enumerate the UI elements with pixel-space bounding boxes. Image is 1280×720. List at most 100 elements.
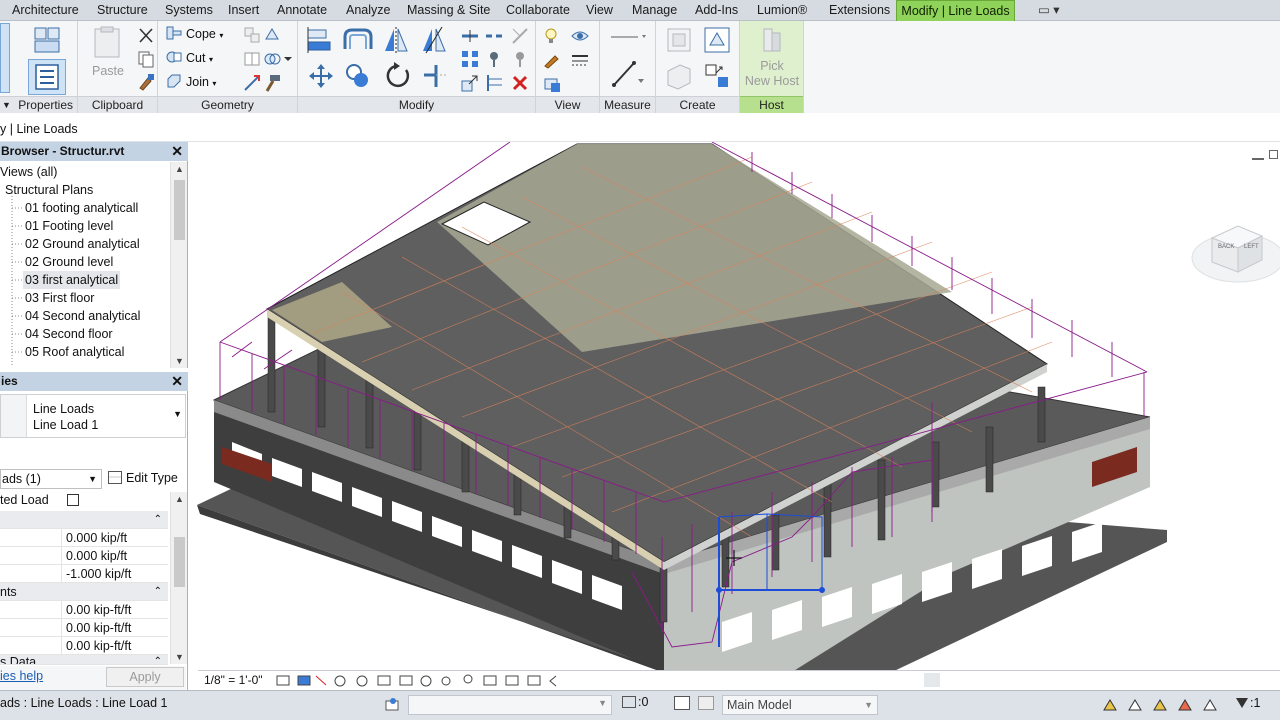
- trim-multiple-icon[interactable]: [484, 73, 504, 93]
- tree-item-view[interactable]: 04 Second floor: [25, 325, 113, 343]
- tab-architecture[interactable]: Architecture: [12, 0, 79, 21]
- exclude-options-icon[interactable]: [698, 696, 714, 710]
- tab-analyze[interactable]: Analyze: [346, 0, 390, 21]
- property-row-mz[interactable]: 0.00 kip-ft/ft: [0, 637, 168, 655]
- delete-icon[interactable]: [510, 73, 530, 93]
- select-tool-button[interactable]: [0, 23, 10, 93]
- paint-icon[interactable]: [262, 25, 282, 45]
- wall-joins-icon[interactable]: [242, 25, 262, 45]
- paste-button[interactable]: Paste: [92, 61, 124, 81]
- cut-geometry-button[interactable]: Cut ▾: [166, 48, 213, 68]
- editable-only-indicator[interactable]: :0: [622, 695, 648, 709]
- design-option-dropdown[interactable]: Main Model ▼: [722, 695, 878, 715]
- cut-profile-icon[interactable]: [542, 74, 562, 94]
- align-icon[interactable]: [304, 25, 334, 55]
- hide-in-view-icon[interactable]: [542, 26, 562, 46]
- restore-icon[interactable]: [1269, 150, 1278, 159]
- tab-systems[interactable]: Systems: [165, 0, 213, 21]
- tab-add-ins[interactable]: Add-Ins: [695, 0, 738, 21]
- close-icon[interactable]: ✕: [171, 142, 183, 161]
- project-browser-scrollbar[interactable]: ▲ ▼: [170, 162, 187, 368]
- tab-massing-site[interactable]: Massing & Site: [407, 0, 490, 21]
- create-parts-icon[interactable]: [702, 25, 732, 55]
- cope-button[interactable]: Cope ▾: [166, 24, 223, 44]
- aligned-dimension-icon[interactable]: [610, 59, 646, 89]
- create-similar-icon[interactable]: [702, 61, 732, 91]
- instance-filter-dropdown[interactable]: ads (1) ▼: [0, 469, 102, 489]
- type-properties-icon[interactable]: [32, 25, 62, 55]
- move-icon[interactable]: [308, 63, 334, 89]
- tree-item-view[interactable]: 01 footing analyticall: [25, 199, 138, 217]
- property-row-my[interactable]: 0.00 kip-ft/ft: [0, 619, 168, 637]
- paste-icon[interactable]: [90, 25, 124, 59]
- trim-icon[interactable]: [422, 63, 450, 89]
- array-icon[interactable]: [460, 49, 480, 69]
- tree-item-view-selected[interactable]: 03 first analytical: [23, 271, 121, 289]
- override-graphics-icon[interactable]: [542, 50, 562, 70]
- properties-scrollbar[interactable]: ▲ ▼: [170, 492, 187, 664]
- split-element-icon[interactable]: [460, 26, 480, 46]
- tab-manage[interactable]: Manage: [632, 0, 677, 21]
- tab-modify-line-loads[interactable]: Modify | Line Loads: [896, 0, 1015, 21]
- scale-icon[interactable]: [460, 73, 480, 93]
- scroll-up-icon[interactable]: ▲: [171, 164, 188, 174]
- uniform-load-checkbox[interactable]: [67, 494, 79, 506]
- cut-scissors-icon[interactable]: [136, 26, 156, 46]
- apply-button[interactable]: Apply: [106, 667, 184, 687]
- tab-collaborate[interactable]: Collaborate: [506, 0, 570, 21]
- match-properties-icon[interactable]: [136, 72, 156, 92]
- tab-annotate[interactable]: Annotate: [277, 0, 327, 21]
- tree-item-view[interactable]: 01 Footing level: [25, 217, 113, 235]
- minimize-icon[interactable]: [1252, 154, 1264, 160]
- split-with-gap-icon[interactable]: [484, 26, 504, 46]
- tab-insert[interactable]: Insert: [228, 0, 259, 21]
- geometry-dropdown-icon[interactable]: [278, 49, 292, 69]
- mirror-pick-axis-icon[interactable]: [382, 25, 410, 55]
- trim-extend-icon[interactable]: [510, 26, 530, 46]
- measure-between-icon[interactable]: [608, 27, 648, 47]
- tab-extensions[interactable]: Extensions: [829, 0, 890, 21]
- pin-icon[interactable]: [484, 49, 504, 69]
- workset-dropdown[interactable]: ▼: [408, 695, 612, 715]
- tree-item-view[interactable]: 03 First floor: [25, 289, 94, 307]
- mirror-draw-axis-icon[interactable]: [420, 25, 448, 55]
- ribbon-options-dropdown[interactable]: ▭ ▾: [1038, 0, 1060, 21]
- group-moments[interactable]: nts ⌃: [0, 583, 168, 601]
- pick-new-host-button[interactable]: Pick New Host: [740, 59, 804, 89]
- tab-structure[interactable]: Structure: [97, 0, 148, 21]
- offset-icon[interactable]: [342, 25, 374, 55]
- split-face-icon[interactable]: [242, 49, 262, 69]
- horizontal-scroll-thumb[interactable]: [924, 673, 940, 687]
- tree-item-view[interactable]: 05 Roof analytical: [25, 343, 124, 361]
- tab-lumion[interactable]: Lumion®: [757, 0, 807, 21]
- type-selector[interactable]: Line Loads Line Load 1 ▼: [0, 394, 186, 438]
- scrollbar-thumb[interactable]: [174, 180, 185, 240]
- property-row-fz[interactable]: -1.000 kip/ft: [0, 565, 168, 583]
- group-data[interactable]: s Data ⌃: [0, 655, 168, 665]
- filter-count[interactable]: :1: [1236, 696, 1260, 710]
- property-row-mx[interactable]: 0.00 kip-ft/ft: [0, 601, 168, 619]
- scroll-up-icon[interactable]: ▲: [171, 494, 188, 504]
- scale-selector[interactable]: 1/8" = 1'-0": [204, 673, 263, 687]
- demolish-icon[interactable]: [242, 73, 262, 93]
- create-assembly-icon[interactable]: [664, 25, 694, 55]
- join-button[interactable]: Join ▾: [166, 72, 216, 92]
- property-row-fx[interactable]: 0.000 kip/ft: [0, 529, 168, 547]
- tree-item-view[interactable]: 04 Second analytical: [25, 307, 140, 325]
- tab-view[interactable]: View: [586, 0, 613, 21]
- copy-icon[interactable]: [136, 49, 156, 69]
- scroll-down-icon[interactable]: ▼: [171, 356, 188, 366]
- tree-item-view[interactable]: 02 Ground level: [25, 253, 113, 271]
- edit-type-button[interactable]: Edit Type: [108, 469, 178, 487]
- group-forces[interactable]: ⌃: [0, 511, 168, 529]
- properties-help-link[interactable]: ies help: [0, 669, 43, 683]
- unpin-icon[interactable]: [510, 49, 530, 69]
- scroll-down-icon[interactable]: ▼: [171, 652, 188, 662]
- tree-item-view[interactable]: 02 Ground analytical: [25, 235, 140, 253]
- rotate-icon[interactable]: [384, 61, 412, 91]
- viewcube[interactable]: BACK LEFT: [1190, 210, 1280, 290]
- design-options-icon[interactable]: [674, 696, 690, 710]
- properties-icon[interactable]: [28, 59, 66, 95]
- tree-item-views-all[interactable]: Views (all): [0, 163, 57, 181]
- pick-new-host-icon[interactable]: [758, 25, 786, 55]
